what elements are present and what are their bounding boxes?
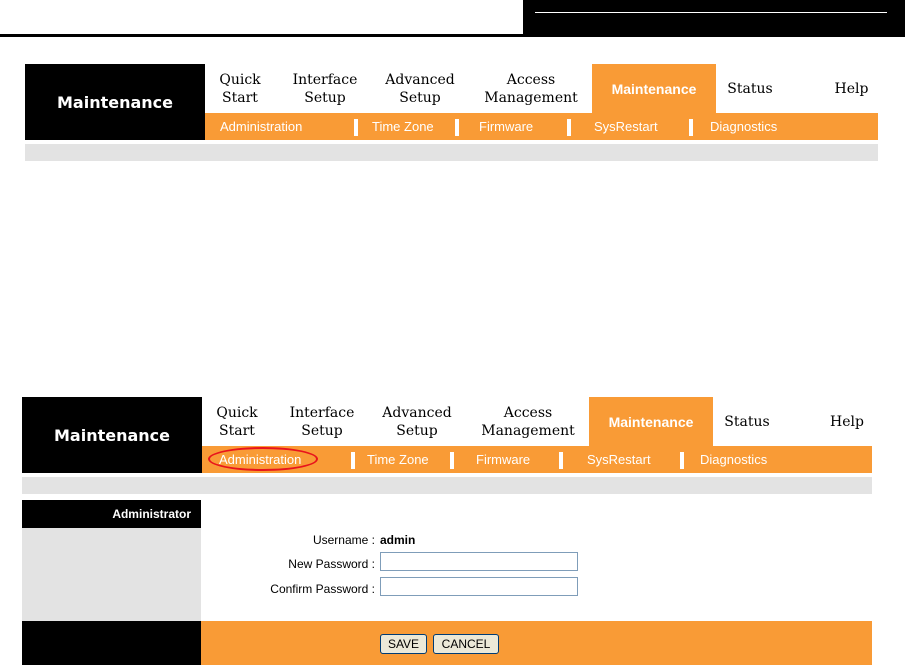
nav-status[interactable]: Status [719, 397, 775, 446]
nav-advanced-setup[interactable]: Advanced Setup [379, 64, 461, 113]
subnav-separator [689, 119, 693, 136]
subnav-diagnostics[interactable]: Diagnostics [700, 446, 767, 473]
subnav-separator [559, 452, 563, 469]
footer-bar [201, 621, 872, 665]
gray-bar [25, 144, 878, 161]
subnav-sysrestart[interactable]: SysRestart [594, 113, 658, 140]
subnav-diagnostics[interactable]: Diagnostics [710, 113, 777, 140]
nav-access-management[interactable]: Access Management [472, 397, 584, 446]
nav-quick-start[interactable]: Quick Start [202, 397, 272, 446]
main-nav: Quick Start Interface Setup Advanced Set… [202, 397, 872, 446]
username-label: Username : [312, 533, 375, 547]
nav-interface-setup[interactable]: Interface Setup [284, 397, 360, 446]
subnav-separator [455, 119, 459, 136]
subnav-time-zone[interactable]: Time Zone [372, 113, 434, 140]
nav-interface-setup[interactable]: Interface Setup [287, 64, 363, 113]
document-header-box [523, 0, 905, 37]
nav-quick-start[interactable]: Quick Start [205, 64, 275, 113]
nav-access-management[interactable]: Access Management [475, 64, 587, 113]
save-button[interactable]: SAVE [380, 634, 427, 654]
nav-status[interactable]: Status [722, 64, 778, 113]
footer-left [22, 621, 201, 665]
nav-maintenance[interactable]: Maintenance [592, 64, 716, 113]
nav-advanced-setup[interactable]: Advanced Setup [376, 397, 458, 446]
new-password-label: New Password : [288, 557, 375, 571]
subnav-sysrestart[interactable]: SysRestart [587, 446, 651, 473]
section-logo: Maintenance [22, 397, 202, 473]
new-password-input[interactable] [380, 552, 578, 571]
subnav-separator [567, 119, 571, 136]
highlight-circle [208, 447, 318, 471]
username-value: admin [380, 533, 416, 547]
nav-help[interactable]: Help [822, 397, 872, 446]
subnav-administration[interactable]: Administration [220, 113, 302, 140]
admin-section-title: Administrator [22, 500, 201, 528]
confirm-password-input[interactable] [380, 577, 578, 596]
header-line [535, 12, 887, 13]
subnav-separator [680, 452, 684, 469]
confirm-password-label: Confirm Password : [270, 582, 375, 596]
main-nav: Quick Start Interface Setup Advanced Set… [205, 64, 878, 113]
gray-bar [22, 477, 872, 494]
nav-maintenance[interactable]: Maintenance [589, 397, 713, 446]
subnav-firmware[interactable]: Firmware [479, 113, 533, 140]
subnav-separator [450, 452, 454, 469]
sub-nav: Administration Time Zone Firmware SysRes… [205, 113, 878, 140]
cancel-button[interactable]: CANCEL [433, 634, 499, 654]
subnav-separator [351, 452, 355, 469]
section-logo: Maintenance [25, 64, 205, 140]
router-nav-panel-1: Maintenance Quick Start Interface Setup … [25, 64, 878, 161]
subnav-separator [354, 119, 358, 136]
subnav-time-zone[interactable]: Time Zone [367, 446, 429, 473]
nav-help[interactable]: Help [825, 64, 878, 113]
router-nav-panel-2: Maintenance Quick Start Interface Setup … [22, 397, 872, 496]
subnav-firmware[interactable]: Firmware [476, 446, 530, 473]
